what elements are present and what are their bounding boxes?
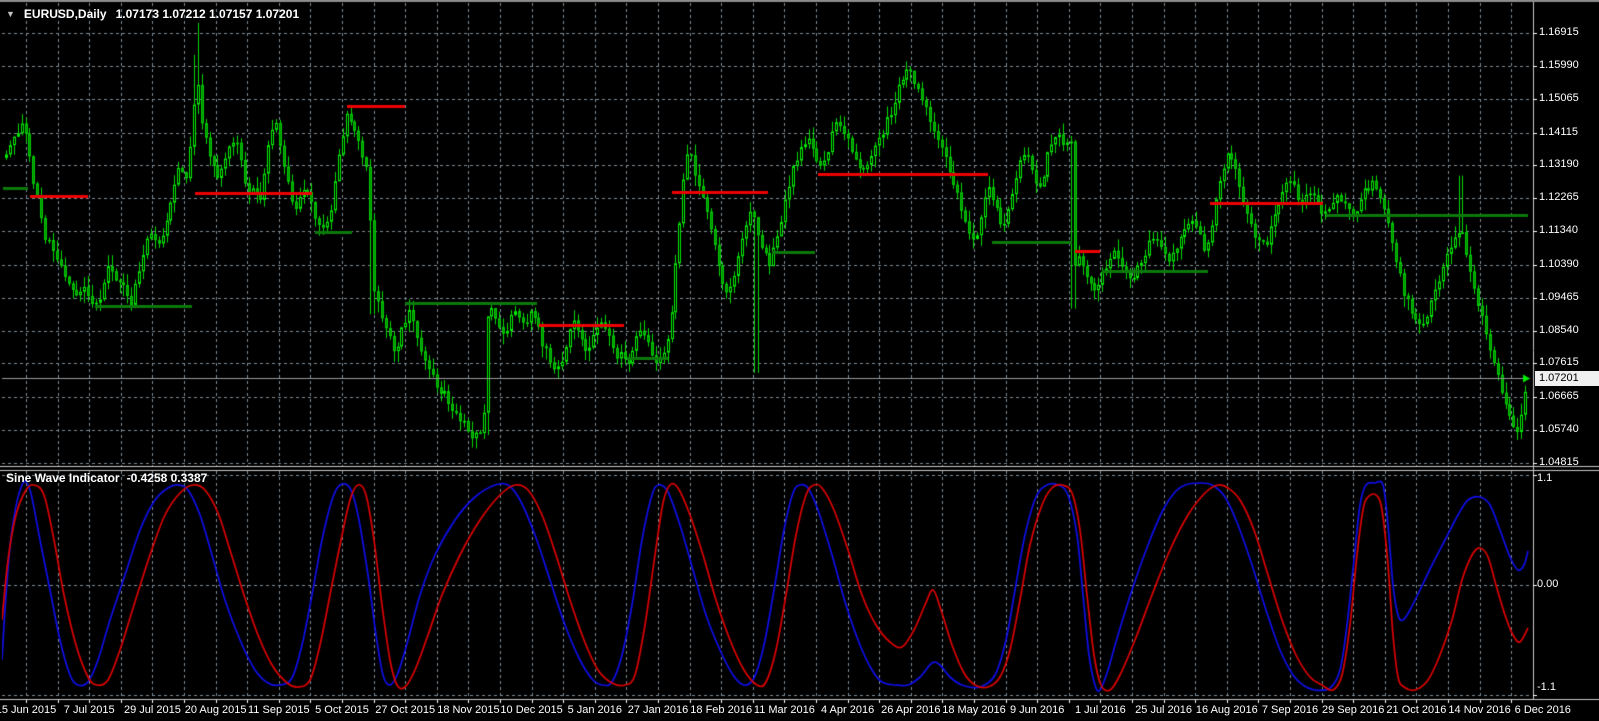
price-axis-label: 1.05740 bbox=[1539, 423, 1579, 436]
time-axis-label: 1 Jul 2016 bbox=[1075, 704, 1126, 716]
price-axis-label: 1.09465 bbox=[1539, 290, 1579, 303]
indicator-axis-label: -1.1 bbox=[1537, 681, 1556, 693]
mt4-chart-window: ▼ EURUSD,Daily 1.07173 1.07212 1.07157 1… bbox=[0, 0, 1599, 721]
indicator-values: -0.4258 0.3387 bbox=[126, 471, 208, 485]
time-axis-label: 15 Jun 2015 bbox=[0, 704, 57, 716]
time-axis-label: 25 Jul 2016 bbox=[1135, 704, 1193, 716]
time-axis-label: 4 Apr 2016 bbox=[820, 704, 875, 716]
price-axis-label: 1.13190 bbox=[1539, 158, 1579, 171]
time-axis-label: 29 Sep 2016 bbox=[1321, 704, 1385, 716]
symbol-timeframe-label: EURUSD,Daily bbox=[23, 7, 107, 21]
time-axis-label: 27 Oct 2015 bbox=[375, 704, 436, 716]
price-axis-label: 1.11340 bbox=[1539, 224, 1578, 237]
price-axis-label: 1.06665 bbox=[1539, 390, 1579, 403]
time-axis-label: 18 May 2016 bbox=[942, 704, 1006, 716]
time-axis-label: 14 Nov 2016 bbox=[1448, 704, 1511, 716]
time-axis-label: 10 Dec 2015 bbox=[500, 704, 563, 716]
time-axis-label: 11 Mar 2016 bbox=[753, 704, 815, 716]
time-axis-label: 18 Nov 2015 bbox=[437, 704, 500, 716]
indicator-name-label: Sine Wave Indicator bbox=[6, 471, 120, 485]
indicator-axis-label: 0.00 bbox=[1537, 578, 1559, 590]
price-axis-label: 1.15065 bbox=[1539, 91, 1579, 104]
price-axis-label: 1.10390 bbox=[1539, 257, 1579, 270]
time-axis-label: 21 Oct 2016 bbox=[1386, 704, 1447, 716]
time-axis-label: 7 Jul 2015 bbox=[63, 704, 115, 716]
time-axis-label: 5 Oct 2015 bbox=[315, 704, 369, 716]
time-axis-label: 11 Sep 2015 bbox=[248, 704, 310, 716]
time-axis-label: 20 Aug 2015 bbox=[184, 704, 247, 716]
time-axis-label: 16 Aug 2016 bbox=[1195, 704, 1258, 716]
chart-canvas[interactable] bbox=[0, 0, 1599, 721]
symbol-dropdown-icon[interactable]: ▼ bbox=[6, 8, 15, 20]
time-axis-label: 18 Feb 2016 bbox=[690, 704, 753, 716]
time-axis-label: 7 Sep 2016 bbox=[1261, 704, 1319, 716]
chart-title: ▼ EURUSD,Daily 1.07173 1.07212 1.07157 1… bbox=[6, 7, 299, 21]
price-axis-label: 1.14115 bbox=[1539, 125, 1578, 138]
current-price-badge: 1.07201 bbox=[1535, 371, 1599, 386]
time-axis-label: 29 Jul 2015 bbox=[123, 704, 181, 716]
time-axis-label: 9 Jun 2016 bbox=[1009, 704, 1065, 716]
price-axis-label: 1.04815 bbox=[1539, 456, 1579, 468]
price-axis-label: 1.08540 bbox=[1539, 323, 1579, 336]
ohlc-values: 1.07173 1.07212 1.07157 1.07201 bbox=[115, 7, 300, 21]
time-axis-label: 5 Jan 2016 bbox=[567, 704, 623, 716]
time-axis-label: 6 Dec 2016 bbox=[1514, 704, 1571, 716]
price-axis-label: 1.15990 bbox=[1539, 58, 1579, 71]
indicator-title: Sine Wave Indicator -0.4258 0.3387 bbox=[6, 471, 207, 485]
price-axis-label: 1.07615 bbox=[1539, 356, 1579, 369]
price-axis-label: 1.16915 bbox=[1539, 26, 1579, 38]
indicator-axis-label: 1.1 bbox=[1537, 472, 1553, 484]
price-axis-label: 1.12265 bbox=[1539, 191, 1579, 204]
time-axis-label: 27 Jan 2016 bbox=[627, 704, 689, 716]
time-axis-label: 26 Apr 2016 bbox=[881, 704, 941, 716]
